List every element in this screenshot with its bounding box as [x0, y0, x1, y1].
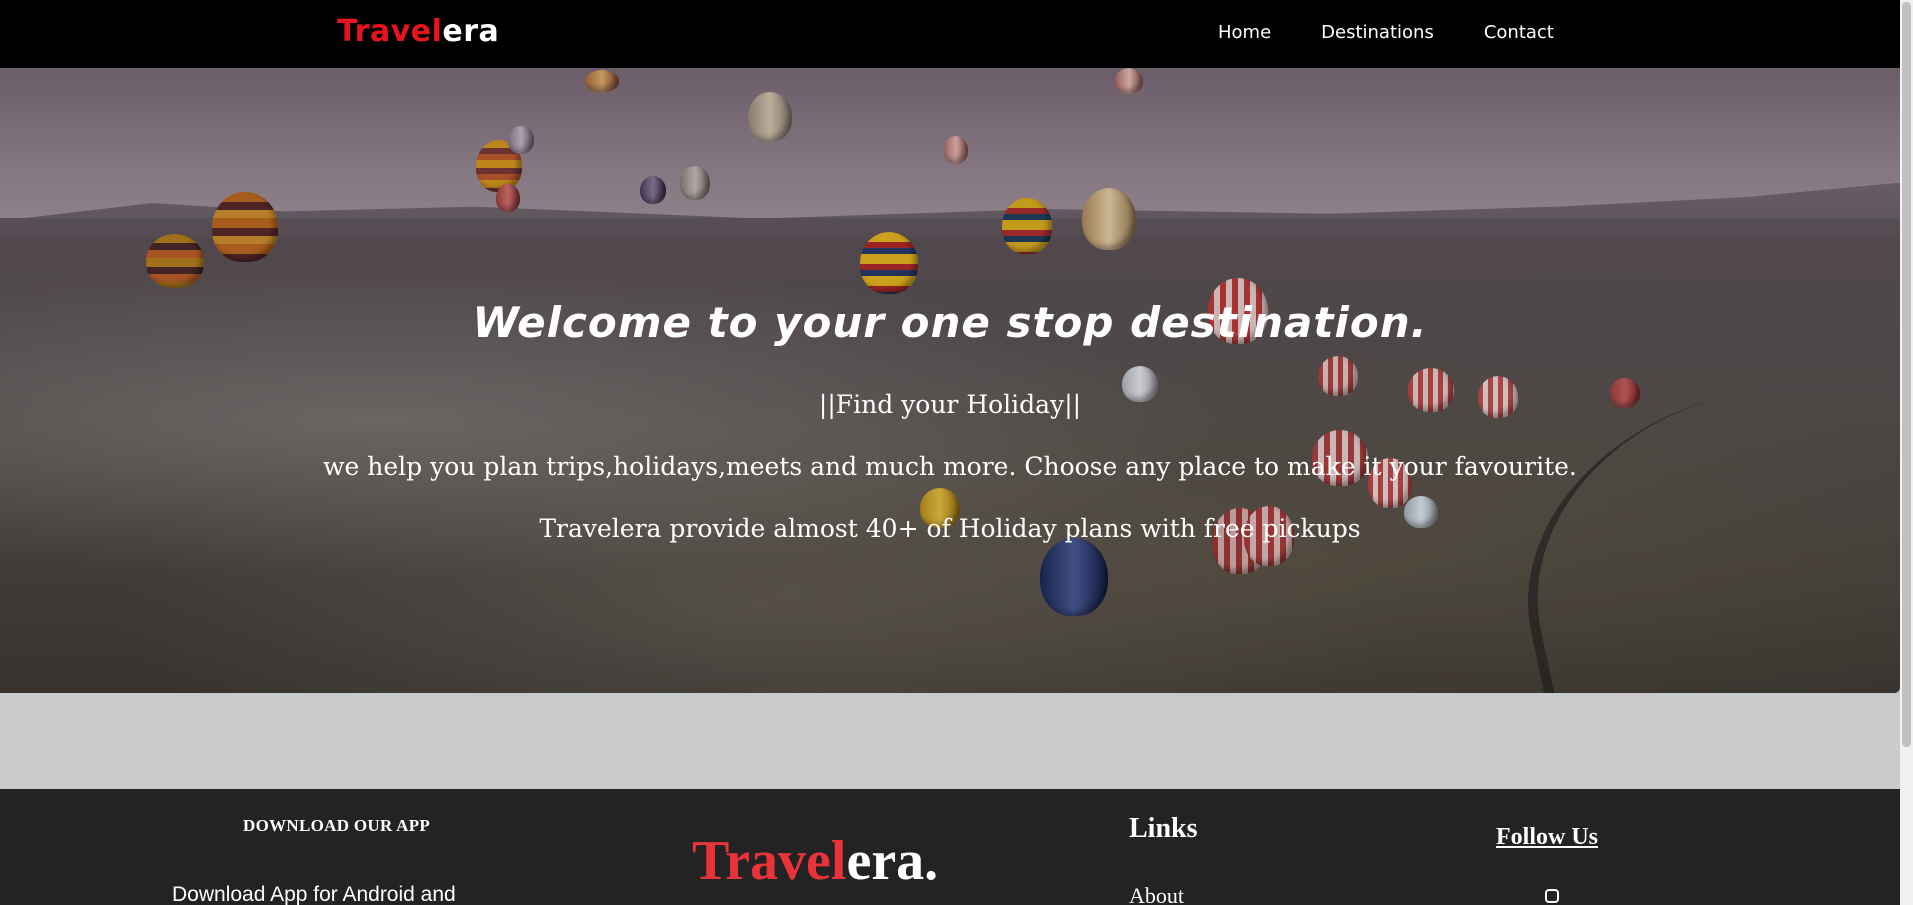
nav-links: Home Destinations Contact — [1218, 22, 1604, 43]
vertical-scrollbar[interactable] — [1900, 0, 1913, 905]
site-footer: DOWNLOAD OUR APP Download App for Androi… — [0, 789, 1900, 905]
brand-logo[interactable]: Travelera — [337, 14, 499, 49]
scrollbar-thumb[interactable] — [1902, 2, 1911, 747]
nav-link-destinations[interactable]: Destinations — [1321, 22, 1434, 43]
hero-description: we help you plan trips,holidays,meets an… — [323, 452, 1577, 481]
logo-red-part: Travel — [337, 14, 443, 49]
download-app-title: DOWNLOAD OUR APP — [243, 816, 431, 835]
nav-link-contact[interactable]: Contact — [1484, 22, 1554, 43]
hero-tagline: ||Find your Holiday|| — [818, 390, 1082, 419]
hero-offer: Travelera provide almost 40+ of Holiday … — [539, 514, 1361, 543]
footer-link-about[interactable]: About — [1129, 883, 1184, 905]
footer-links-title: Links — [1129, 813, 1198, 844]
logo-white-part: era — [442, 14, 500, 49]
instagram-icon[interactable] — [1545, 889, 1559, 903]
hero-banner: Welcome to your one stop destination. ||… — [0, 68, 1900, 693]
download-app-text: Download App for Android and — [172, 883, 456, 905]
hero-dark-overlay — [0, 68, 1900, 693]
footer-logo[interactable]: Travelera. — [692, 829, 938, 893]
footer-logo-white-part: era. — [846, 830, 939, 892]
top-navbar: Travelera Home Destinations Contact — [0, 0, 1900, 68]
hero-title: Welcome to your one stop destination. — [472, 298, 1428, 347]
footer-logo-red-part: Travel — [692, 830, 847, 892]
nav-link-home[interactable]: Home — [1218, 22, 1271, 43]
follow-us-title: Follow Us — [1496, 824, 1598, 850]
